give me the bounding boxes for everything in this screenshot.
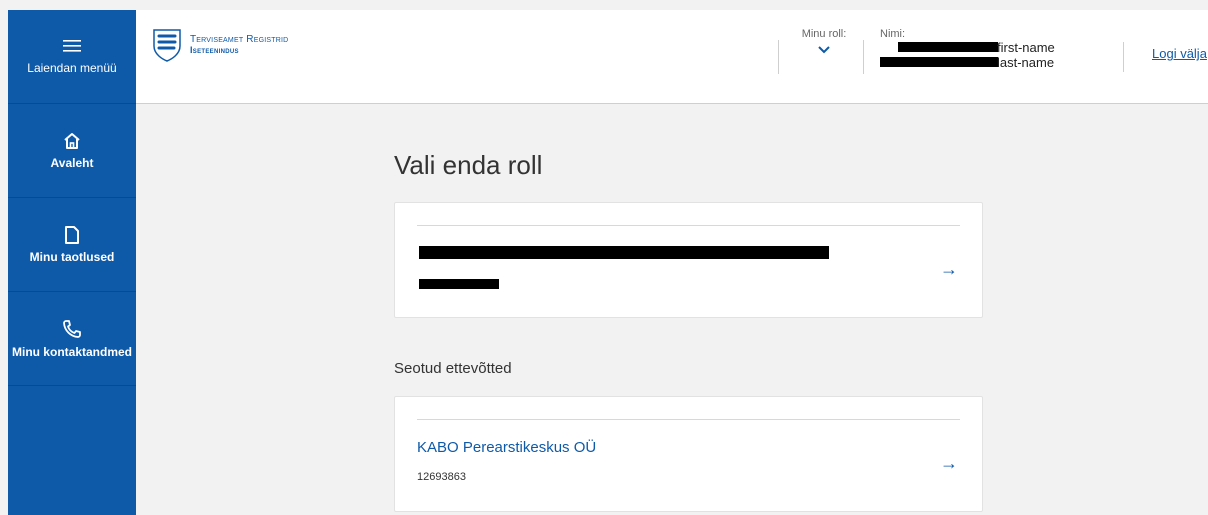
first-name-text: first-name xyxy=(997,40,1055,55)
section-label: Seotud ettevõtted xyxy=(394,360,512,377)
document-icon xyxy=(65,225,79,244)
company-card[interactable]: KABO Perearstikeskus OÜ 12693863 → xyxy=(394,396,983,512)
header-divider xyxy=(863,40,864,74)
redaction-bar xyxy=(419,279,499,289)
personal-role-card[interactable]: → xyxy=(394,202,983,318)
phone-icon xyxy=(63,319,81,338)
arrow-right-icon[interactable]: → xyxy=(940,453,958,474)
sidebar-item-label: Minu kontaktandmed xyxy=(11,344,132,359)
role-label: Minu roll: xyxy=(801,28,847,40)
expand-menu-label: Laiendan menüü xyxy=(27,60,117,75)
redaction-bar xyxy=(898,42,998,52)
logo[interactable]: Terviseamet Registrid Iseteenindus xyxy=(152,28,288,62)
page-title: Vali enda roll xyxy=(394,150,543,180)
sidebar-item-label: Avaleht xyxy=(50,155,94,170)
sidebar-item-home[interactable]: Avaleht xyxy=(8,104,136,198)
role-selector[interactable]: Minu roll: xyxy=(794,28,854,59)
header-divider xyxy=(778,40,779,74)
logo-subtitle: Iseteenindus xyxy=(190,45,239,55)
sidebar-item-label: Minu taotlused xyxy=(29,249,115,264)
expand-menu-button[interactable]: Laiendan menüü xyxy=(8,10,136,104)
coat-of-arms-icon xyxy=(153,29,181,62)
name-label: Nimi: xyxy=(880,28,906,40)
hamburger-icon xyxy=(63,39,81,52)
sidebar-item-applications[interactable]: Minu taotlused xyxy=(8,198,136,292)
arrow-right-icon[interactable]: → xyxy=(940,259,958,280)
last-name-text: last-name xyxy=(997,55,1055,70)
logout-link[interactable]: Logi välja xyxy=(1152,46,1207,61)
sidebar-item-contacts[interactable]: Minu kontaktandmed xyxy=(8,292,136,386)
chevron-down-icon xyxy=(818,46,830,54)
company-name[interactable]: KABO Perearstikeskus OÜ xyxy=(417,439,596,456)
header-divider xyxy=(1123,42,1124,72)
sidebar: Laiendan menüü Avaleht Minu taotlused Mi… xyxy=(8,10,136,515)
logo-title: Terviseamet Registrid xyxy=(190,34,289,45)
first-name-row: first-name xyxy=(880,40,1110,55)
home-icon xyxy=(64,132,80,149)
redaction-bar xyxy=(880,57,998,67)
card-divider xyxy=(417,419,960,420)
header: Terviseamet Registrid Iseteenindus Minu … xyxy=(136,10,1208,104)
card-divider xyxy=(417,225,960,226)
last-name-row: last-name xyxy=(880,55,1110,70)
redaction-bar xyxy=(419,246,829,259)
company-code: 12693863 xyxy=(417,471,466,483)
user-name-block: Nimi: first-name last-name xyxy=(880,28,1110,70)
